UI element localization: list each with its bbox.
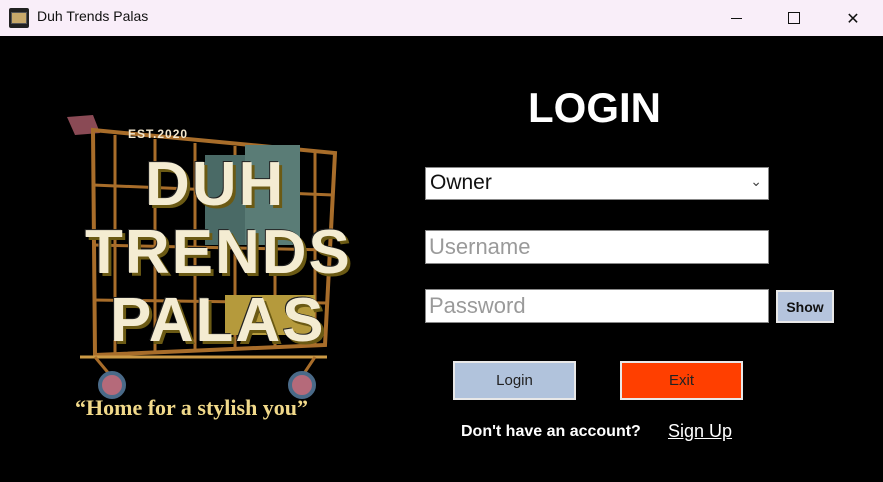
login-heading: LOGIN	[528, 84, 661, 131]
window-title: Duh Trends Palas	[37, 8, 149, 24]
app-window: Duh Trends Palas ✕ EST.2020 DUH TRENDS P…	[0, 0, 883, 482]
close-button[interactable]: ✕	[824, 0, 882, 36]
no-account-text: Don't have an account?	[461, 423, 641, 440]
established-label: EST.2020	[128, 127, 189, 141]
sign-up-link[interactable]: Sign Up	[668, 421, 732, 442]
show-password-button[interactable]: Show	[776, 290, 834, 323]
role-selected-value: Owner	[430, 171, 492, 194]
minimize-button[interactable]	[707, 0, 765, 36]
password-field-container	[425, 289, 769, 323]
title-bar: Duh Trends Palas ✕	[0, 0, 883, 36]
chevron-down-icon: ⌄	[750, 174, 762, 190]
brand-line-2: TRENDS	[85, 218, 352, 287]
brand-line-3: PALAS	[110, 286, 326, 355]
brand-line-1: DUH	[145, 150, 286, 219]
login-button[interactable]: Login	[453, 361, 576, 400]
close-icon: ✕	[846, 8, 860, 28]
app-icon	[9, 8, 29, 28]
maximize-icon	[788, 12, 800, 24]
exit-button[interactable]: Exit	[620, 361, 743, 400]
password-input[interactable]	[426, 290, 768, 322]
tagline: “Home for a stylish you”	[75, 395, 309, 420]
brand-logo: EST.2020 DUH TRENDS PALAS “Home for a st…	[55, 105, 375, 435]
maximize-button[interactable]	[765, 0, 823, 36]
role-dropdown[interactable]: Owner ⌄	[425, 167, 769, 200]
username-field-container	[425, 230, 769, 264]
username-input[interactable]	[426, 231, 768, 263]
minimize-icon	[730, 17, 742, 19]
